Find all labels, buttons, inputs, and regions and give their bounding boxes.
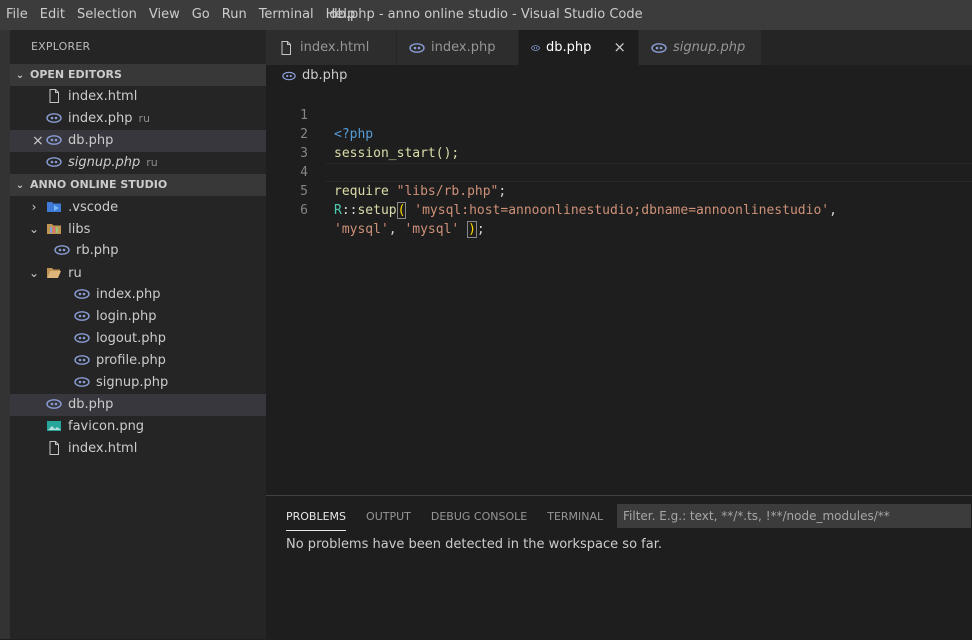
close-icon[interactable]: × bbox=[32, 130, 44, 152]
tree-file-profile-php[interactable]: profile.php bbox=[10, 350, 266, 372]
tree-file-logout-php[interactable]: logout.php bbox=[10, 328, 266, 350]
menu-help[interactable]: Help bbox=[320, 0, 362, 30]
menu-terminal[interactable]: Terminal bbox=[253, 0, 320, 30]
php-icon bbox=[46, 134, 62, 145]
open-editors-header[interactable]: ⌄ OPEN EDITORS bbox=[10, 64, 266, 86]
menu-view[interactable]: View bbox=[143, 0, 186, 30]
tree-file-index-html[interactable]: index.html bbox=[10, 438, 266, 460]
menu-selection[interactable]: Selection bbox=[71, 0, 143, 30]
menu-bar: File Edit Selection View Go Run Terminal… bbox=[0, 0, 361, 30]
problems-message: No problems have been detected in the wo… bbox=[286, 537, 662, 552]
problems-filter-input[interactable]: Filter. E.g.: text, **/*.ts, !**/node_mo… bbox=[617, 504, 971, 528]
menu-edit[interactable]: Edit bbox=[34, 0, 71, 30]
code-punct: , bbox=[388, 222, 405, 237]
tree-file-signup-php[interactable]: signup.php bbox=[10, 372, 266, 394]
php-icon bbox=[409, 42, 425, 53]
tree-file-db-php[interactable]: db.php bbox=[10, 394, 266, 416]
tab-index-html[interactable]: index.html bbox=[266, 30, 397, 65]
code-punct: , bbox=[829, 203, 837, 218]
open-editor-index-php[interactable]: index.php ru bbox=[10, 108, 266, 130]
tree-folder-vscode[interactable]: › .vscode bbox=[10, 196, 266, 218]
activity-bar bbox=[0, 30, 10, 639]
code-paren-open: ( bbox=[396, 202, 407, 219]
file-icon bbox=[49, 440, 59, 455]
code-string: 'mysql' bbox=[334, 222, 389, 237]
folder-open-icon bbox=[47, 267, 62, 278]
code-class: R bbox=[334, 203, 342, 218]
menu-run[interactable]: Run bbox=[216, 0, 253, 30]
code-function: setup bbox=[357, 203, 397, 218]
bottom-panel: PROBLEMS OUTPUT DEBUG CONSOLE TERMINAL F… bbox=[266, 495, 972, 640]
code-editor[interactable]: 1 <?php 2 session_start(); 3 4 require "… bbox=[266, 87, 972, 495]
php-icon bbox=[74, 376, 90, 387]
menu-file[interactable]: File bbox=[0, 0, 34, 30]
vscode-folder-icon bbox=[47, 201, 62, 212]
php-icon bbox=[74, 310, 90, 321]
open-editor-index-html[interactable]: index.html bbox=[10, 86, 266, 108]
php-icon bbox=[74, 332, 90, 343]
code-operator: :: bbox=[341, 203, 358, 218]
image-icon bbox=[47, 420, 61, 431]
code-paren-close: ) bbox=[467, 221, 477, 238]
explorer-title: EXPLORER bbox=[31, 40, 91, 53]
php-icon bbox=[46, 112, 62, 123]
close-icon[interactable]: × bbox=[613, 30, 626, 65]
editor-tabs: index.html index.php db.php × signup.php bbox=[266, 30, 972, 65]
chevron-right-icon: › bbox=[31, 200, 37, 214]
panel-tabs: PROBLEMS OUTPUT DEBUG CONSOLE TERMINAL bbox=[286, 504, 623, 531]
php-icon bbox=[282, 71, 296, 80]
chevron-down-icon: ⌄ bbox=[28, 266, 40, 280]
tab-index-php[interactable]: index.php bbox=[397, 30, 519, 65]
file-icon bbox=[281, 40, 291, 55]
code-line-4: 4 require "libs/rb.php"; bbox=[266, 144, 972, 199]
title-bar: File Edit Selection View Go Run Terminal… bbox=[0, 0, 972, 30]
tree-file-favicon-png[interactable]: favicon.png bbox=[10, 416, 266, 438]
tab-db-php[interactable]: db.php × bbox=[519, 30, 639, 65]
tab-output[interactable]: OUTPUT bbox=[366, 504, 411, 530]
php-icon bbox=[651, 42, 667, 53]
menu-go[interactable]: Go bbox=[186, 0, 216, 30]
line-number: 6 bbox=[300, 203, 308, 218]
code-string: 'mysql:host=annoonlinestudio;dbname=anno… bbox=[414, 203, 830, 218]
open-editor-db-php[interactable]: × db.php bbox=[10, 130, 266, 152]
code-line-5: 5 R::setup( 'mysql:host=annoonlinestudio… bbox=[266, 163, 972, 219]
tree-folder-ru[interactable]: ⌄ ru bbox=[10, 262, 266, 284]
php-icon bbox=[46, 398, 62, 409]
tree-file-login-php[interactable]: login.php bbox=[10, 306, 266, 328]
tree-file-index-php[interactable]: index.php bbox=[10, 284, 266, 306]
code-line-3: 3 bbox=[266, 125, 972, 161]
open-editor-signup-php[interactable]: signup.php ru bbox=[10, 152, 266, 174]
code-punct: ; bbox=[476, 222, 485, 237]
code-line-2: 2 session_start(); bbox=[266, 106, 972, 161]
php-icon bbox=[74, 354, 90, 365]
php-icon bbox=[46, 156, 62, 167]
code-line-6: 6 'mysql', 'mysql' ); bbox=[266, 182, 972, 238]
breadcrumb[interactable]: db.php bbox=[266, 65, 972, 87]
tab-signup-php[interactable]: signup.php bbox=[639, 30, 762, 65]
tab-debug-console[interactable]: DEBUG CONSOLE bbox=[431, 504, 527, 530]
php-icon bbox=[531, 44, 540, 51]
project-header[interactable]: ⌄ ANNO ONLINE STUDIO bbox=[10, 174, 266, 196]
file-icon bbox=[49, 88, 59, 103]
chevron-down-icon: ⌄ bbox=[15, 180, 25, 191]
tab-problems[interactable]: PROBLEMS bbox=[286, 504, 347, 531]
chevron-down-icon: ⌄ bbox=[15, 70, 25, 81]
libs-folder-icon bbox=[47, 223, 62, 234]
php-icon bbox=[74, 288, 90, 299]
tree-file-rb-php[interactable]: rb.php bbox=[10, 240, 266, 262]
code-string: 'mysql' bbox=[404, 222, 460, 237]
code-line-1: 1 <?php bbox=[266, 87, 972, 142]
php-icon bbox=[54, 244, 70, 255]
tree-folder-libs[interactable]: ⌄ libs bbox=[10, 218, 266, 240]
chevron-down-icon: ⌄ bbox=[28, 222, 40, 236]
tab-terminal[interactable]: TERMINAL bbox=[547, 504, 603, 530]
